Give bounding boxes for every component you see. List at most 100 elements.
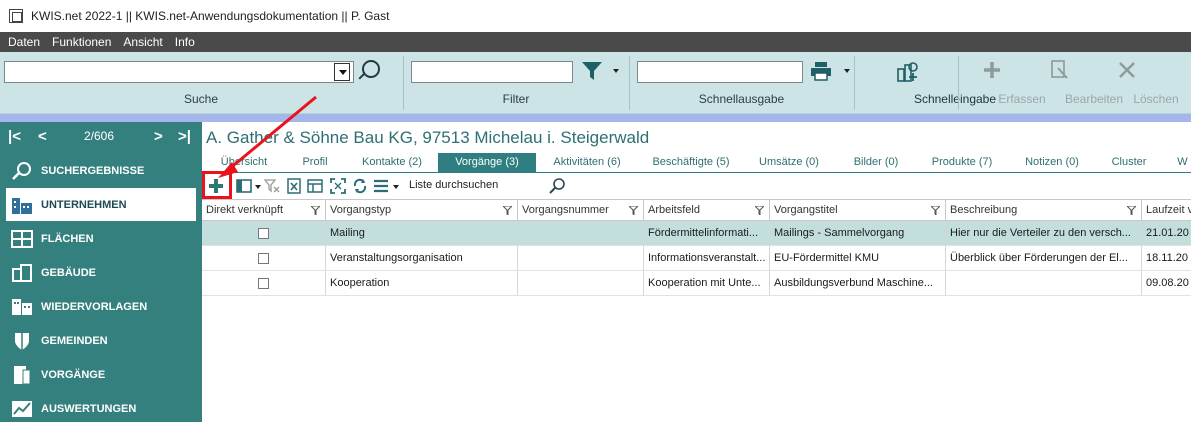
table-row[interactable]: Kooperation Kooperation mit Unte... Ausb… [202,271,1191,296]
menu-ansicht[interactable]: Ansicht [119,35,166,49]
calendar-reminder-icon [12,298,32,315]
quick-entry-button[interactable]: Schnelleingabe [860,52,996,112]
clear-filter-icon[interactable] [264,178,280,194]
sidebar-item-gemeinden[interactable]: GEMEINDEN [0,324,202,357]
quick-output-input[interactable] [637,61,803,83]
tab-kontakte[interactable]: Kontakte (2) [356,153,428,172]
column-header-field[interactable]: Arbeitsfeld [644,199,770,221]
nav-position: 2/606 [84,129,115,143]
column-header-direct[interactable]: Direkt verknüpft [202,199,326,221]
tab-profil[interactable]: Profil [290,153,340,172]
column-filter-icon[interactable] [1127,206,1136,215]
column-header-runtime[interactable]: Laufzeit v [1142,199,1191,221]
tab-umsaetze[interactable]: Umsätze (0) [754,153,824,172]
columns-dropdown-caret[interactable] [255,185,261,189]
table-row[interactable]: Veranstaltungsorganisation Informationsv… [202,246,1191,271]
column-header-description[interactable]: Beschreibung [946,199,1142,221]
sidebar-item-gebaeude[interactable]: GEBÄUDE [0,256,202,289]
search-group-label: Suche [183,92,219,106]
column-filter-icon[interactable] [931,206,940,215]
search-input[interactable] [4,61,354,83]
tab-produkte[interactable]: Produkte (7) [926,153,998,172]
printer-icon[interactable] [810,61,832,81]
menu-info[interactable]: Info [171,35,199,49]
cell-description [946,271,1142,296]
cell-runtime: 09.08.20 [1142,271,1191,296]
search-icon[interactable] [548,177,566,195]
direct-link-checkbox[interactable] [258,253,269,264]
column-filter-icon[interactable] [629,206,638,215]
nav-next-button[interactable]: > [154,128,163,145]
cell-type: Veranstaltungsorganisation [326,246,518,271]
tab-bar: Übersicht Profil Kontakte (2) Vorgänge (… [202,153,1191,173]
columns-icon[interactable] [236,178,252,194]
sidebar-item-auswertungen[interactable]: AUSWERTUNGEN [0,392,202,422]
sidebar-item-flaechen[interactable]: FLÄCHEN [0,222,202,255]
tab-bilder[interactable]: Bilder (0) [846,153,906,172]
add-button-highlight [202,171,232,199]
filter-group-label: Filter [502,92,530,106]
refresh-icon[interactable] [352,178,368,194]
column-header-title[interactable]: Vorgangstitel [770,199,946,221]
cell-field: Kooperation mit Unte... [644,271,770,296]
nav-first-button[interactable]: |< [8,128,21,145]
list-menu-icon[interactable] [373,178,389,194]
quick-entry-icon [897,62,918,82]
column-filter-icon[interactable] [503,206,512,215]
excel-export-icon[interactable] [286,178,302,194]
direct-link-checkbox[interactable] [258,228,269,239]
nav-prev-button[interactable]: < [38,128,47,145]
tab-vorgaenge[interactable]: Vorgänge (3) [438,153,536,172]
sidebar-item-vorgaenge[interactable]: VORGÄNGE [0,358,202,391]
tab-notizen[interactable]: Notizen (0) [1018,153,1086,172]
edit-button[interactable]: Bearbeiten [1026,52,1123,112]
close-icon [1119,62,1135,78]
cell-runtime: 18.11.20 [1142,246,1191,271]
list-search-label[interactable]: Liste durchsuchen [409,179,498,191]
main-content: A. Gather & Söhne Bau KG, 97513 Michelau… [202,122,1191,422]
fullscreen-icon[interactable] [330,178,346,194]
column-filter-icon[interactable] [755,206,764,215]
search-icon[interactable] [362,60,380,78]
column-header-number[interactable]: Vorgangsnummer [518,199,644,221]
direct-link-checkbox[interactable] [258,278,269,289]
app-window-icon [9,9,23,23]
list-toolbar: Liste durchsuchen [202,173,1191,199]
column-filter-icon[interactable] [311,206,320,215]
cell-direct [202,221,326,246]
edit-icon [1051,60,1068,79]
tab-uebersicht[interactable]: Übersicht [216,153,272,172]
capture-button[interactable]: Erfassen [962,52,1046,112]
area-map-icon [11,229,33,248]
list-menu-dropdown-caret[interactable] [393,185,399,189]
sidebar-item-unternehmen[interactable]: UNTERNEHMEN [6,188,196,221]
ribbon: Suche Filter Schnellausgabe Schnelleinga… [0,52,1191,114]
table-view-icon[interactable] [307,178,323,194]
filter-input[interactable] [411,61,573,83]
menu-funktionen[interactable]: Funktionen [48,35,115,49]
search-dropdown-button[interactable] [334,63,350,81]
cell-title: Ausbildungsverbund Maschine... [770,271,946,296]
column-header-type[interactable]: Vorgangstyp [326,199,518,221]
filter-funnel-icon[interactable] [581,61,603,81]
nav-last-button[interactable]: >| [178,128,191,145]
ribbon-separator [854,56,855,110]
plus-icon [984,62,1000,78]
cell-type: Kooperation [326,271,518,296]
sidebar-item-label: UNTERNEHMEN [41,198,127,211]
cell-number [518,221,644,246]
delete-button[interactable]: Löschen [1098,52,1179,112]
tab-beschaeftigte[interactable]: Beschäftigte (5) [646,153,736,172]
cell-number [518,246,644,271]
filter-dropdown-caret[interactable] [613,69,619,73]
tab-aktivitaeten[interactable]: Aktivitäten (6) [546,153,628,172]
tab-cluster[interactable]: Cluster [1106,153,1152,172]
tab-more[interactable]: W [1174,153,1191,172]
sidebar-item-suchergebnisse[interactable]: SUCHERGEBNISSE [0,154,202,187]
quick-output-dropdown-caret[interactable] [844,69,850,73]
menu-bar: Daten Funktionen Ansicht Info [0,32,1191,52]
menu-daten[interactable]: Daten [4,35,44,49]
table-row[interactable]: Mailing Fördermittelinformati... Mailing… [202,221,1191,246]
company-title: A. Gather & Söhne Bau KG, 97513 Michelau… [206,128,650,147]
sidebar-item-wiedervorlagen[interactable]: WIEDERVORLAGEN [0,290,202,323]
